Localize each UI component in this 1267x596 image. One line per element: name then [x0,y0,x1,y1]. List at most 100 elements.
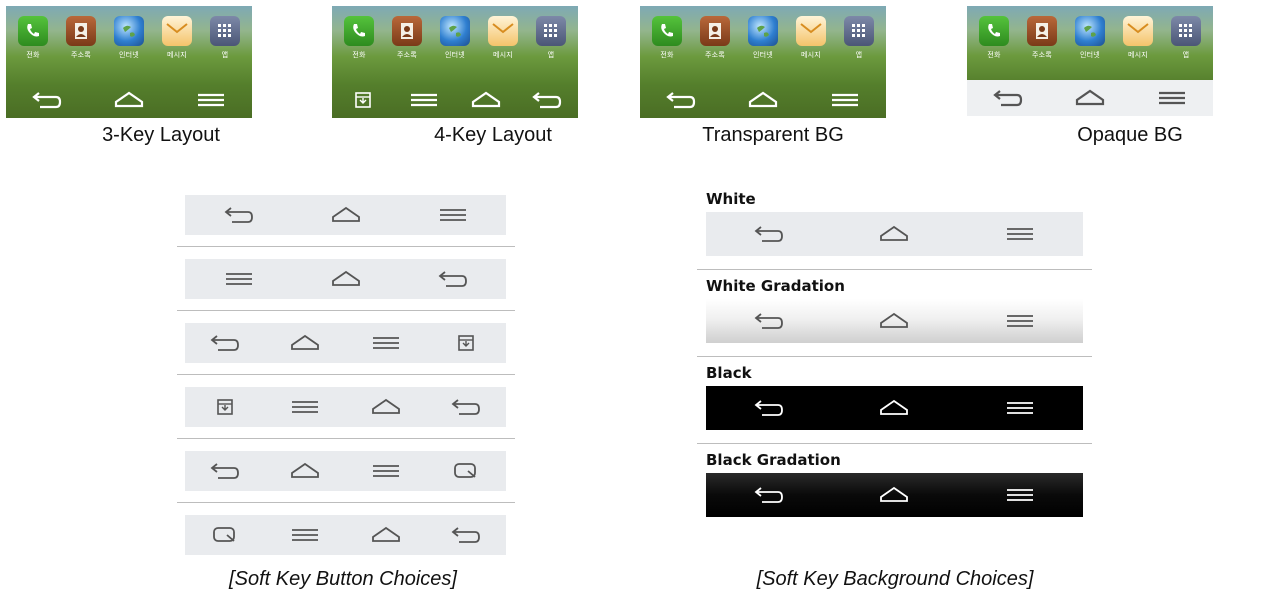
apps-icon [536,16,566,46]
back-icon[interactable] [222,205,256,225]
caption-opaque-bg: Opaque BG [1007,124,1253,147]
back-icon[interactable] [436,269,470,289]
divider [177,310,515,311]
back-icon[interactable] [449,397,483,417]
notification-icon[interactable] [449,333,483,353]
menu-icon[interactable] [194,90,228,110]
menu-icon[interactable] [436,205,470,225]
qslide-icon[interactable] [449,461,483,481]
background-option-blackgrad[interactable] [706,473,1083,517]
home-icon[interactable] [877,485,911,505]
menu-icon[interactable] [1003,398,1037,418]
app-shortcut[interactable]: 앱 [1165,16,1207,66]
navigation-bar [640,82,886,118]
app-shortcut[interactable]: 앱 [530,16,572,66]
home-icon[interactable] [329,205,363,225]
contacts-icon [392,16,422,46]
app-shortcut[interactable]: 인터넷 [108,16,150,66]
back-icon[interactable] [664,90,698,110]
menu-icon[interactable] [407,90,441,110]
app-shortcut[interactable]: 전화 [646,16,688,66]
app-shortcut[interactable]: 인터넷 [1069,16,1111,66]
home-icon[interactable] [877,398,911,418]
app-dock: 전화주소록인터넷 메시지앱 [967,12,1213,66]
button-choice-row[interactable] [185,387,506,427]
button-choice-row[interactable] [185,451,506,491]
menu-icon[interactable] [1003,311,1037,331]
notification-icon[interactable] [208,397,242,417]
caption-transparent-bg: Transparent BG [650,124,896,147]
menu-icon[interactable] [369,333,403,353]
app-shortcut[interactable]: 전화 [338,16,380,66]
background-option-black[interactable] [706,386,1083,430]
back-icon[interactable] [991,88,1025,108]
app-shortcut[interactable]: 인터넷 [434,16,476,66]
home-icon[interactable] [1073,88,1107,108]
home-icon[interactable] [877,224,911,244]
menu-icon[interactable] [288,397,322,417]
menu-icon[interactable] [288,525,322,545]
app-shortcut[interactable]: 앱 [838,16,880,66]
notification-icon[interactable] [346,90,380,110]
home-icon[interactable] [746,90,780,110]
menu-icon[interactable] [222,269,256,289]
button-choice-row[interactable] [185,195,506,235]
back-icon[interactable] [30,90,64,110]
background-option-label: Black [706,364,752,382]
home-icon[interactable] [112,90,146,110]
app-label: 앱 [204,50,246,60]
home-screen-4-key: 전화주소록 인터넷메시지앱 [332,6,578,118]
app-shortcut[interactable]: 주소록 [694,16,736,66]
background-option-whitegrad[interactable] [706,299,1083,343]
button-choice-row[interactable] [185,515,506,555]
home-icon[interactable] [469,90,503,110]
back-icon[interactable] [752,224,786,244]
divider [177,502,515,503]
app-shortcut[interactable]: 앱 [204,16,246,66]
app-shortcut[interactable]: 주소록 [386,16,428,66]
button-choice-row[interactable] [185,323,506,363]
background-option-label: White [706,190,756,208]
app-shortcut[interactable]: 메시지 [482,16,524,66]
app-label: 인터넷 [1069,50,1111,60]
back-icon[interactable] [752,485,786,505]
back-icon[interactable] [208,333,242,353]
home-icon[interactable] [369,397,403,417]
qslide-icon[interactable] [208,525,242,545]
menu-icon[interactable] [369,461,403,481]
back-icon[interactable] [752,398,786,418]
phone-icon [344,16,374,46]
home-icon[interactable] [288,333,322,353]
menu-icon[interactable] [1003,485,1037,505]
app-shortcut[interactable]: 전화 [973,16,1015,66]
menu-icon[interactable] [828,90,862,110]
app-shortcut[interactable]: 주소록 [60,16,102,66]
app-shortcut[interactable]: 메시지 [156,16,198,66]
divider [697,356,1092,357]
home-icon[interactable] [288,461,322,481]
app-shortcut[interactable]: 주소록 [1021,16,1063,66]
home-icon[interactable] [329,269,363,289]
back-icon[interactable] [208,461,242,481]
home-screen-transparent-bg: 전화주소록인터넷메시지앱 [640,6,886,118]
app-label: 주소록 [386,50,428,60]
menu-icon[interactable] [1155,88,1189,108]
app-label: 메시지 [156,50,198,60]
menu-icon[interactable] [1003,224,1037,244]
back-icon[interactable] [752,311,786,331]
back-icon[interactable] [530,90,564,110]
app-shortcut[interactable]: 전화 [12,16,54,66]
app-shortcut[interactable]: 메시지 [790,16,832,66]
home-icon[interactable] [369,525,403,545]
back-icon[interactable] [449,525,483,545]
app-shortcut[interactable]: 메시지 [1117,16,1159,66]
background-option-white[interactable] [706,212,1083,256]
phone-icon [979,16,1009,46]
home-icon[interactable] [877,311,911,331]
app-shortcut[interactable]: 인터넷 [742,16,784,66]
navigation-bar [332,82,578,118]
caption-4-key-layout: 4-Key Layout [370,124,616,147]
internet-icon [1075,16,1105,46]
button-choice-row[interactable] [185,259,506,299]
contacts-icon [1027,16,1057,46]
